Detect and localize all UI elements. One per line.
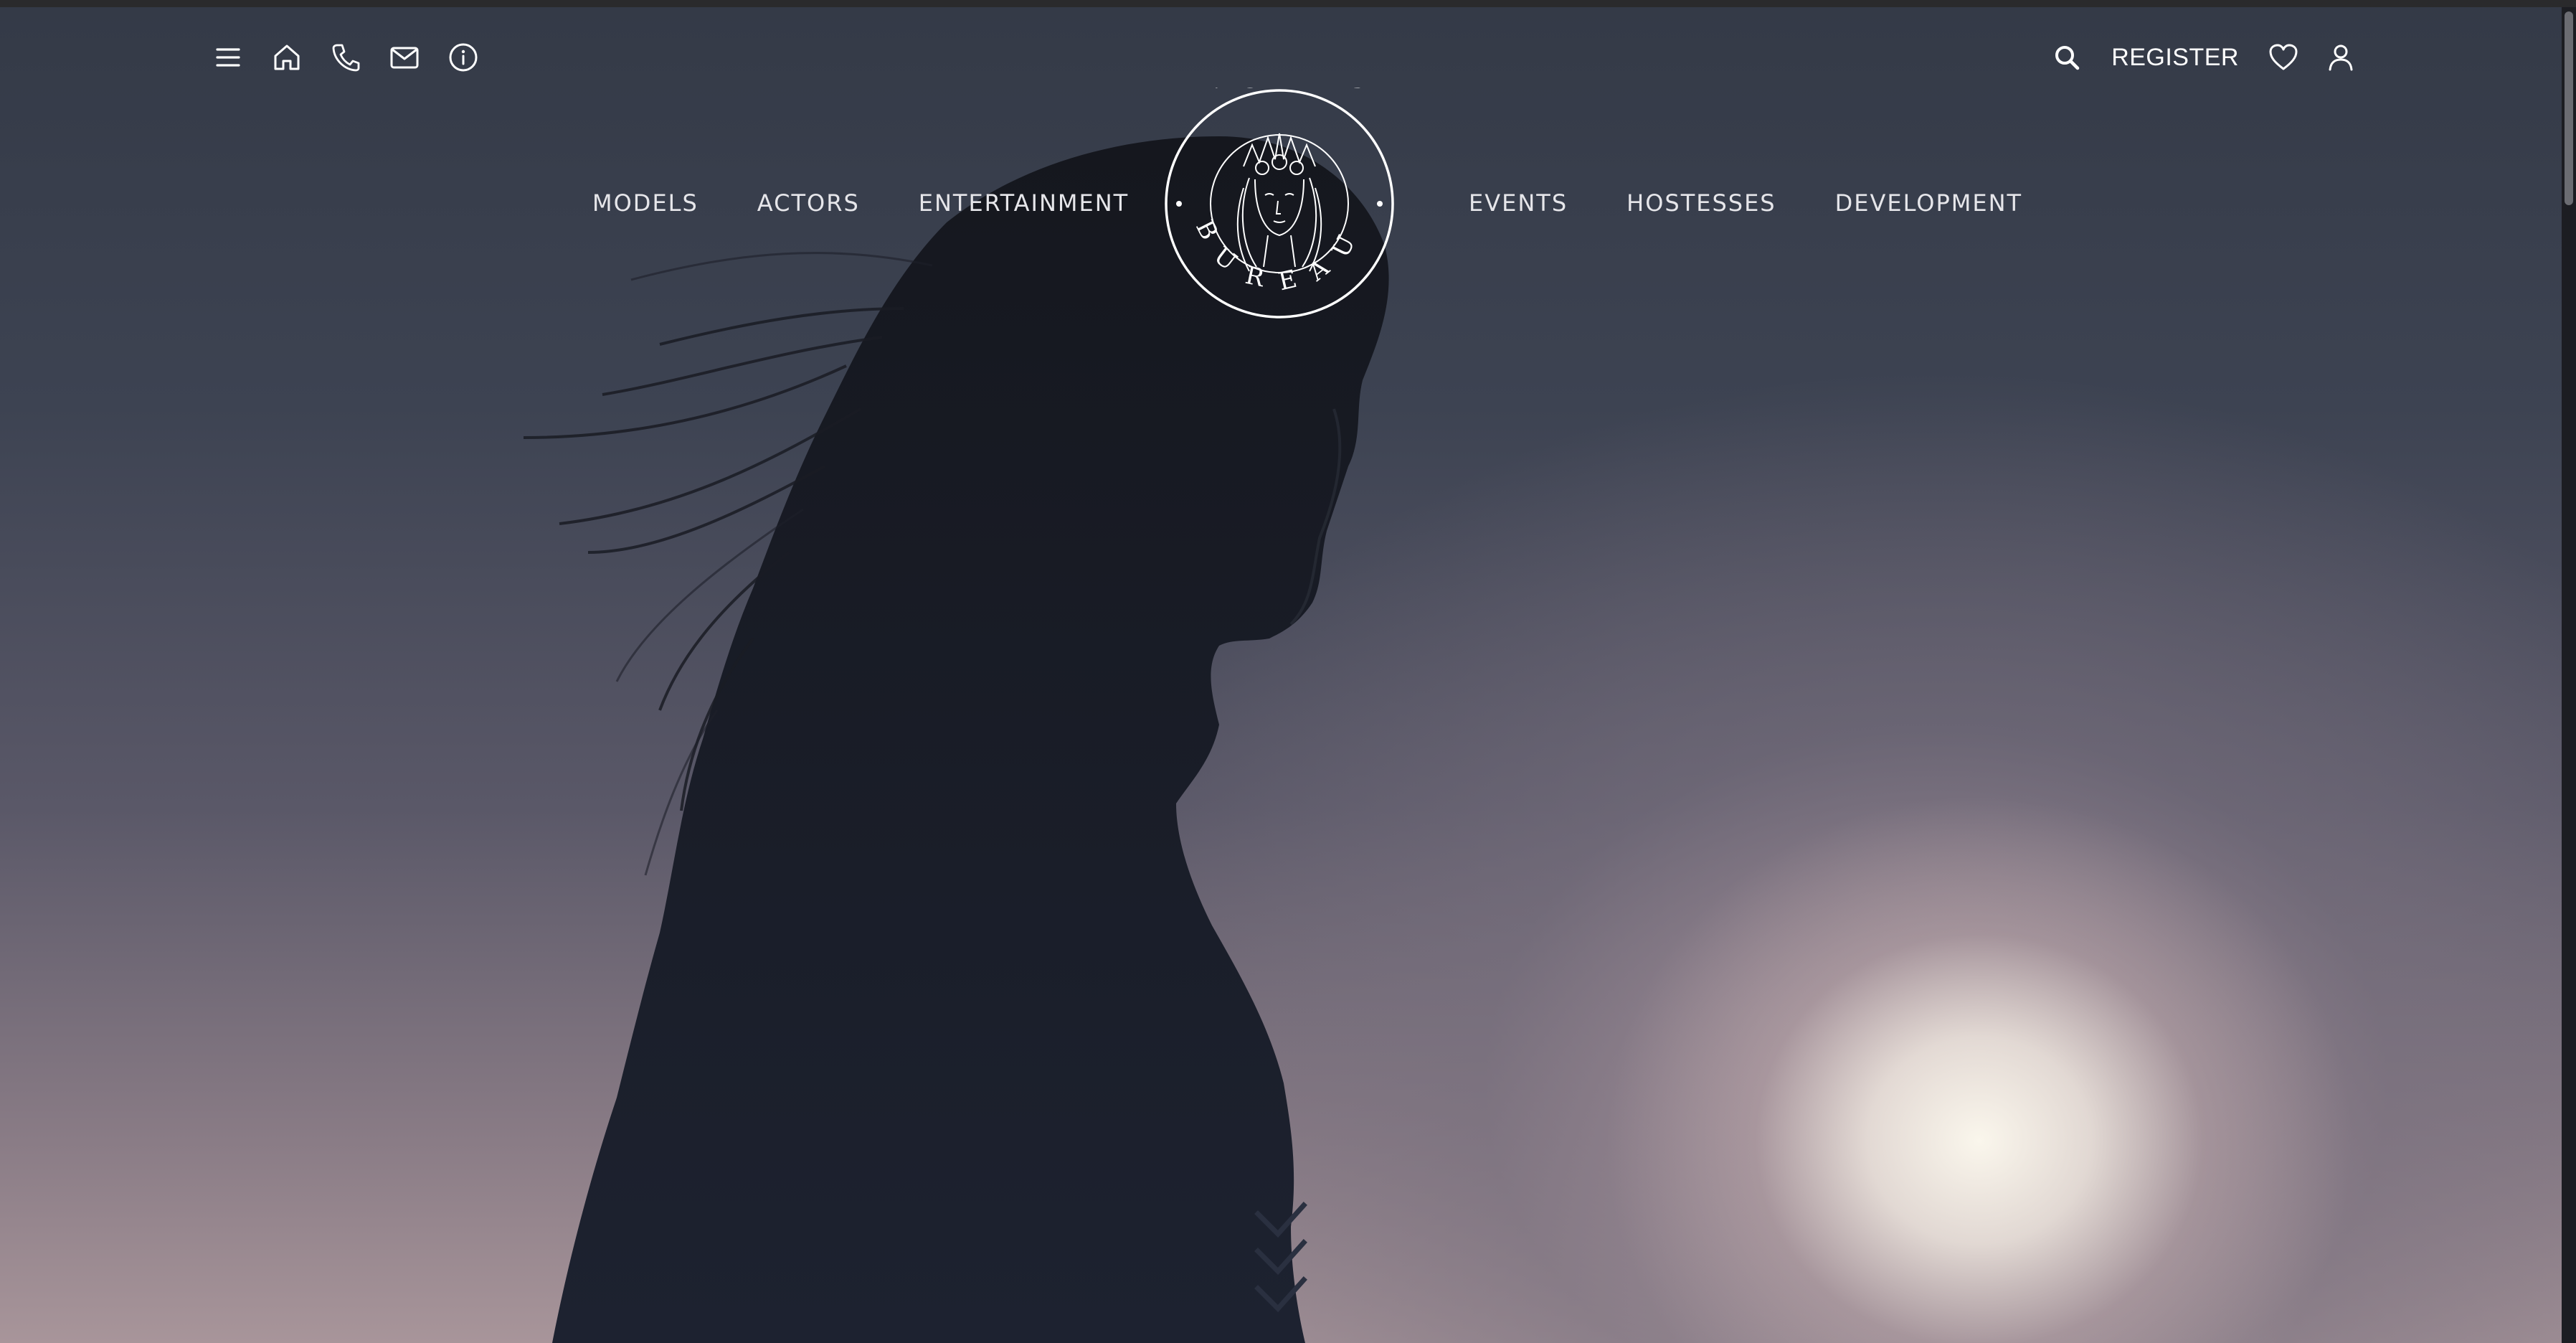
scrollbar-thumb[interactable] [2565,11,2573,205]
nav-item-events[interactable]: EVENTS [1469,189,1568,217]
heart-icon[interactable] [2268,42,2299,73]
logo-bottom-text: BUREAU [1190,215,1370,297]
logo-top-text: ANGELS [1163,88,1384,94]
chevron-down-triple-icon[interactable] [1249,1200,1312,1314]
nav-item-models[interactable]: MODELS [592,189,699,217]
nav-item-hostesses[interactable]: HOSTESSES [1626,189,1776,217]
angels-bureau-logo[interactable]: ANGELS BUREAU [1163,88,1396,320]
hamburger-menu-icon[interactable] [212,42,244,73]
header-left-icons [212,42,479,73]
browser-top-edge [0,0,2576,7]
home-icon[interactable] [271,42,303,73]
angel-face-emblem [1236,133,1322,272]
search-icon[interactable] [2051,42,2083,73]
header-right-actions: REGISTER [2051,42,2357,73]
nav-item-development[interactable]: DEVELOPMENT [1835,189,2022,217]
nav-item-actors[interactable]: ACTORS [757,189,860,217]
info-icon[interactable] [448,42,479,73]
mail-icon[interactable] [389,42,420,73]
register-link[interactable]: REGISTER [2111,44,2239,72]
main-nav-left: MODELS ACTORS ENTERTAINMENT [592,189,1129,217]
user-icon[interactable] [2325,42,2357,73]
phone-icon[interactable] [330,42,361,73]
main-nav-right: EVENTS HOSTESSES DEVELOPMENT [1469,189,2022,217]
nav-item-entertainment[interactable]: ENTERTAINMENT [919,189,1129,217]
page: REGISTER MODELS ACTORS ENTERTAINMENT ANG… [0,0,2576,1343]
page-scrollbar[interactable] [2562,7,2576,1343]
